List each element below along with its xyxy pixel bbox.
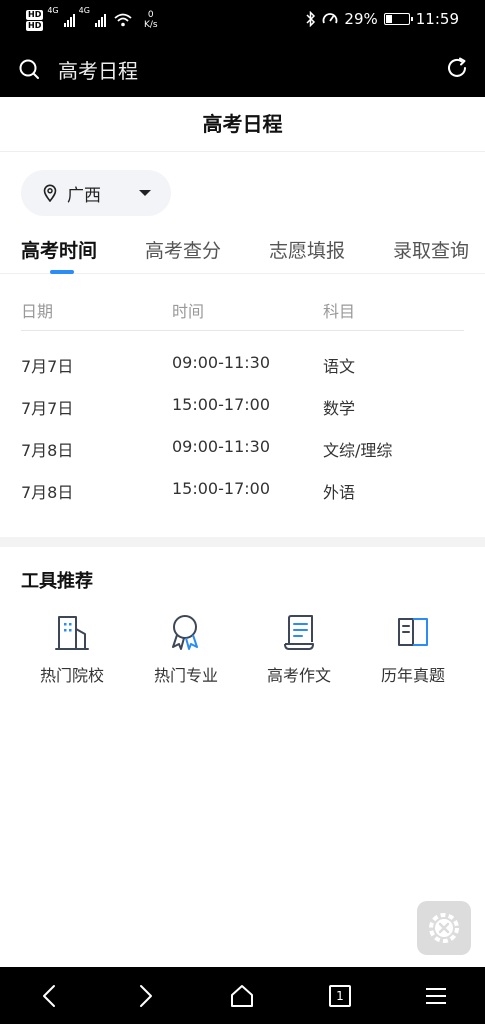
battery-level-fill — [385, 15, 392, 23]
tab-score-query[interactable]: 高考查分 — [145, 236, 221, 263]
network-speed: 0 K/s — [144, 10, 158, 30]
row-time: 15:00-17:00 — [172, 479, 270, 498]
status-left: HD HD 4G 4G 0 K/s — [26, 6, 158, 34]
chevron-down-icon — [139, 190, 151, 196]
tool-popular-majors[interactable]: 热门专业 — [136, 612, 236, 686]
menu-icon[interactable] — [423, 983, 449, 1009]
scroll-document-icon — [284, 615, 314, 650]
search-icon[interactable] — [18, 58, 40, 80]
schedule-table-header: 日期 时间 科目 — [21, 286, 464, 331]
table-row: 7月8日 09:00-11:30 文综/理综 — [21, 427, 464, 469]
tool-label: 热门院校 — [39, 666, 104, 685]
refresh-icon[interactable] — [446, 57, 468, 79]
back-icon[interactable] — [37, 983, 63, 1009]
tabs-count-box: 1 — [329, 985, 351, 1007]
gear-close-icon — [429, 913, 459, 943]
row-date: 7月7日 — [21, 357, 74, 376]
table-row: 7月8日 15:00-17:00 外语 — [21, 469, 464, 511]
header-subject: 科目 — [323, 302, 356, 321]
wifi-icon — [114, 13, 132, 27]
tab-bar: 高考时间 高考查分 志愿填报 录取查询 — [0, 226, 485, 274]
battery-percent: 29% — [344, 10, 378, 28]
hd-badge-2: HD — [26, 20, 44, 31]
table-row: 7月7日 09:00-11:30 语文 — [21, 343, 464, 385]
floating-tool-button[interactable] — [417, 901, 471, 955]
tool-label: 高考作文 — [266, 666, 331, 685]
speed-unit: K/s — [143, 20, 158, 30]
row-subject: 文综/理综 — [323, 441, 393, 460]
speedometer-icon — [323, 13, 338, 24]
row-date: 7月8日 — [21, 483, 74, 502]
row-time: 15:00-17:00 — [172, 395, 270, 414]
page-title: 高考日程 — [0, 97, 485, 152]
header-time: 时间 — [172, 302, 205, 321]
bluetooth-icon — [306, 11, 316, 27]
network-type-2: 4G — [78, 6, 90, 15]
tools-section-title: 工具推荐 — [21, 571, 93, 592]
hd-indicators: HD HD — [26, 9, 44, 31]
status-bar: HD HD 4G 4G 0 K/s 29% 11:59 — [0, 0, 485, 40]
tool-past-papers[interactable]: 历年真题 — [363, 612, 463, 686]
location-pin-icon — [43, 184, 57, 202]
forward-icon[interactable] — [132, 983, 158, 1009]
network-type-1: 4G — [47, 6, 59, 15]
section-divider — [0, 537, 485, 547]
tab-exam-time[interactable]: 高考时间 — [21, 236, 97, 263]
row-date: 7月8日 — [21, 441, 74, 460]
row-time: 09:00-11:30 — [172, 353, 270, 372]
row-date: 7月7日 — [21, 399, 74, 418]
row-subject: 语文 — [323, 357, 356, 376]
clock: 11:59 — [415, 10, 459, 28]
open-book-icon — [398, 618, 428, 646]
row-subject: 外语 — [323, 483, 356, 502]
table-row: 7月7日 15:00-17:00 数学 — [21, 385, 464, 427]
signal-icon-1 — [63, 13, 75, 27]
home-icon[interactable] — [229, 983, 255, 1009]
browser-search-bar[interactable]: 高考日程 — [0, 40, 485, 97]
tabs-button[interactable]: 1 — [327, 983, 353, 1009]
bottom-nav-bar: 1 — [0, 967, 485, 1024]
active-tab-indicator — [50, 270, 74, 274]
tool-label: 历年真题 — [380, 666, 445, 685]
tool-label: 热门专业 — [153, 666, 218, 685]
tool-popular-schools[interactable]: 热门院校 — [22, 612, 122, 686]
header-date: 日期 — [21, 302, 54, 321]
row-subject: 数学 — [323, 399, 356, 418]
tab-application[interactable]: 志愿填报 — [269, 236, 345, 263]
building-icon — [55, 616, 89, 650]
battery-icon — [383, 13, 413, 25]
row-time: 09:00-11:30 — [172, 437, 270, 456]
award-ribbon-icon — [172, 615, 198, 650]
tab-admission-query[interactable]: 录取查询 — [393, 236, 469, 263]
hd-badge-1: HD — [26, 9, 44, 20]
signal-icon-2 — [94, 13, 106, 27]
region-selector[interactable]: 广西 — [21, 170, 171, 216]
search-query-text[interactable]: 高考日程 — [58, 55, 138, 84]
speed-value: 0 — [147, 10, 154, 20]
region-selected-value: 广西 — [67, 185, 101, 206]
status-right: 29% 11:59 — [306, 10, 459, 28]
tool-exam-essay[interactable]: 高考作文 — [249, 612, 349, 686]
